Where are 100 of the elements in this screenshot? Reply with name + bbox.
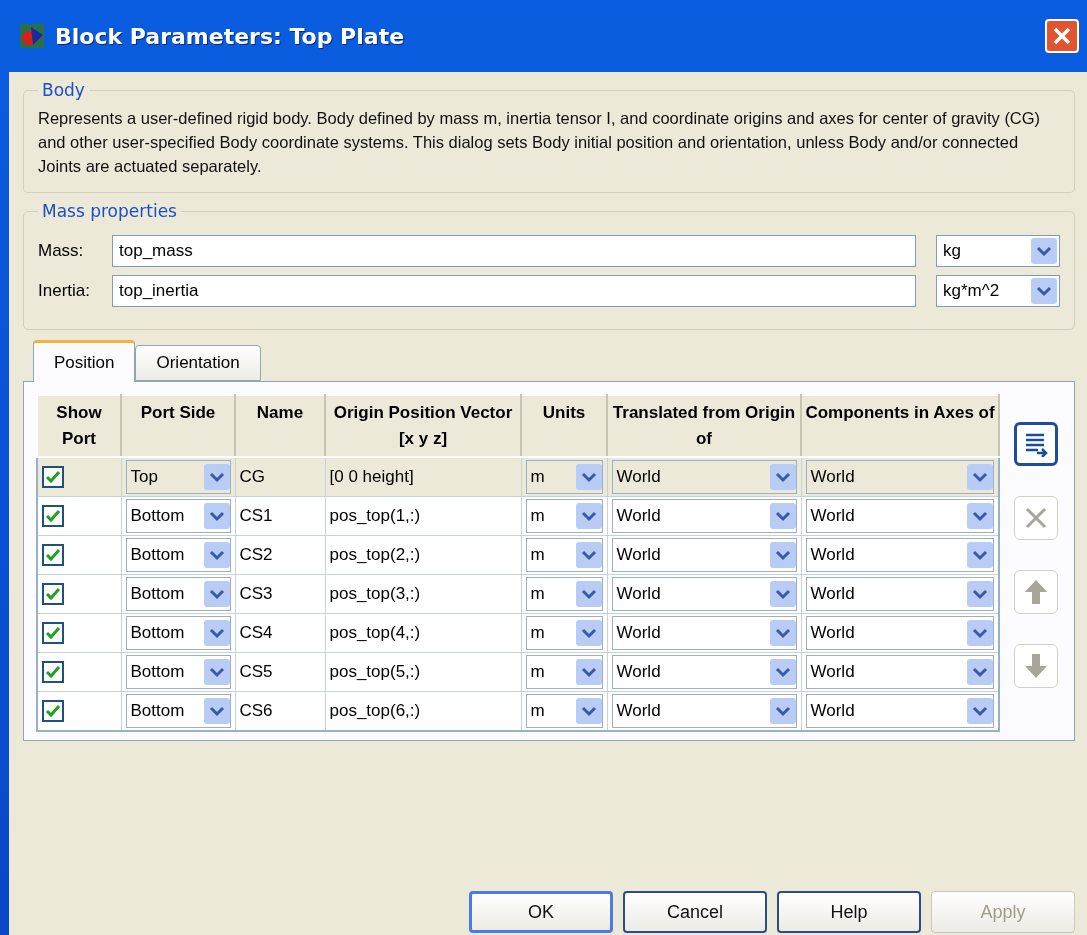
chevron-down-icon[interactable] [575,659,602,685]
chevron-down-icon[interactable] [575,698,602,724]
chevron-down-icon[interactable] [967,698,993,724]
port-side-dropdown[interactable]: Bottom [125,499,231,533]
table-cell-text: pos_top(6,:) [329,701,422,721]
dialog-button[interactable]: Cancel [623,891,767,933]
checkbox[interactable] [42,505,64,527]
chevron-down-icon[interactable] [967,542,993,568]
table-row[interactable]: Top CG [0 0 height] m World World [37,457,999,497]
check-icon [45,665,61,679]
chevron-down-icon[interactable] [1031,278,1057,304]
chevron-down-icon[interactable] [203,698,230,724]
axes-frame-dropdown[interactable]: World [805,460,994,494]
port-side-dropdown[interactable]: Bottom [125,538,231,572]
check-icon [45,704,61,718]
units-dropdown[interactable]: m [525,538,603,572]
unit-dropdown[interactable]: kg*m^2 [936,275,1060,307]
units-dropdown[interactable]: m [525,460,603,494]
origin-frame-dropdown[interactable]: World [611,499,797,533]
chevron-down-icon[interactable] [769,581,796,607]
column-header: Origin Position Vector [x y z] [325,395,521,457]
chevron-down-icon[interactable] [769,659,796,685]
units-dropdown[interactable]: m [525,499,603,533]
checkbox[interactable] [42,583,64,605]
close-button[interactable] [1045,19,1079,53]
units-dropdown[interactable]: m [525,655,603,689]
chevron-down-icon[interactable] [967,620,993,646]
chevron-down-icon[interactable] [967,503,993,529]
origin-frame-dropdown[interactable]: World [611,616,797,650]
port-side-dropdown[interactable]: Top [125,460,231,494]
table-cell-text: CG [239,467,266,487]
axes-frame-dropdown[interactable]: World [805,694,994,728]
origin-frame-dropdown[interactable]: World [611,460,797,494]
unit-dropdown[interactable]: kg [936,235,1060,267]
tab[interactable]: Orientation [135,345,261,381]
table-row[interactable]: Bottom CS5 pos_top(5,:) m World World [37,652,999,692]
axes-frame-dropdown[interactable]: World [805,499,994,533]
checkbox[interactable] [42,700,64,722]
origin-frame-dropdown[interactable]: World [611,694,797,728]
table-row[interactable]: Bottom CS4 pos_top(4,:) m World World [37,613,999,653]
dialog-button[interactable]: Help [777,891,921,933]
chevron-down-icon[interactable] [575,620,602,646]
chevron-down-icon[interactable] [967,581,993,607]
origin-frame-dropdown[interactable]: World [611,538,797,572]
field-label: Mass: [38,241,85,261]
chevron-down-icon[interactable] [1031,238,1057,264]
add-row-button[interactable] [1014,422,1058,466]
chevron-down-icon[interactable] [575,542,602,568]
chevron-down-icon[interactable] [575,503,602,529]
table-row[interactable]: Bottom CS1 pos_top(1,:) m World World [37,496,999,536]
units-dropdown[interactable]: m [525,694,603,728]
origin-frame-dropdown[interactable]: World [611,655,797,689]
port-side-dropdown[interactable]: Bottom [125,655,231,689]
checkbox[interactable] [42,466,64,488]
add-row-icon [1023,431,1049,457]
table-cell-text: pos_top(3,:) [329,584,422,604]
axes-frame-dropdown[interactable]: World [805,538,994,572]
input-field[interactable]: top_inertia [112,275,916,307]
chevron-down-icon[interactable] [769,698,796,724]
chevron-down-icon[interactable] [575,581,602,607]
table-row[interactable]: Bottom CS2 pos_top(2,:) m World World [37,535,999,575]
tab[interactable]: Position [33,340,136,382]
table-cell-text: CS2 [239,545,274,565]
origin-frame-dropdown[interactable]: World [611,577,797,611]
chevron-down-icon[interactable] [769,464,796,490]
chevron-down-icon[interactable] [967,464,993,490]
chevron-down-icon[interactable] [769,542,796,568]
chevron-down-icon[interactable] [203,581,230,607]
table-row[interactable]: Bottom CS3 pos_top(3,:) m World World [37,574,999,614]
column-header: Components in Axes of [801,395,999,457]
table-cell-text: CS3 [239,584,274,604]
port-side-dropdown[interactable]: Bottom [125,616,231,650]
port-side-dropdown[interactable]: Bottom [125,694,231,728]
chevron-down-icon[interactable] [203,659,230,685]
field-label: Inertia: [38,281,91,301]
chevron-down-icon[interactable] [203,503,230,529]
port-side-dropdown[interactable]: Bottom [125,577,231,611]
table-cell-text: pos_top(1,:) [329,506,422,526]
arrow-up-icon [1024,579,1048,605]
units-dropdown[interactable]: m [525,616,603,650]
chevron-down-icon[interactable] [967,659,993,685]
units-dropdown[interactable]: m [525,577,603,611]
checkbox[interactable] [42,544,64,566]
chevron-down-icon[interactable] [575,464,602,490]
chevron-down-icon[interactable] [203,620,230,646]
checkbox[interactable] [42,622,64,644]
chevron-down-icon[interactable] [203,542,230,568]
axes-frame-dropdown[interactable]: World [805,616,994,650]
checkbox[interactable] [42,661,64,683]
table-cell-text: pos_top(4,:) [329,623,422,643]
chevron-down-icon[interactable] [769,503,796,529]
table-row[interactable]: Bottom CS6 pos_top(6,:) m World World [37,691,999,731]
axes-frame-dropdown[interactable]: World [805,655,994,689]
check-icon [45,548,61,562]
dialog-button[interactable]: OK [469,891,613,933]
table-cell-text: CS6 [239,701,274,721]
axes-frame-dropdown[interactable]: World [805,577,994,611]
input-field[interactable]: top_mass [112,235,916,267]
chevron-down-icon[interactable] [203,464,230,490]
chevron-down-icon[interactable] [769,620,796,646]
